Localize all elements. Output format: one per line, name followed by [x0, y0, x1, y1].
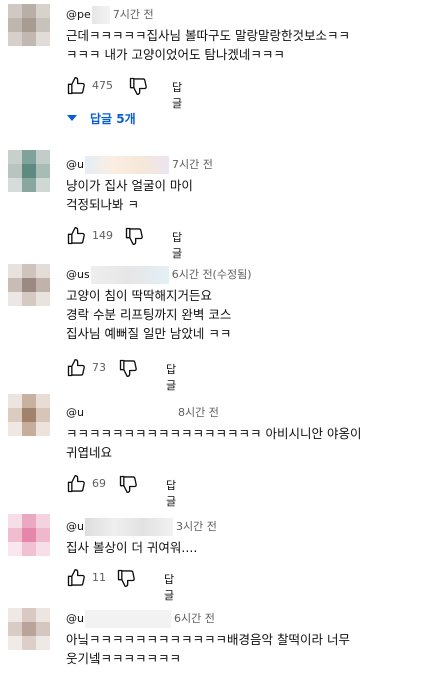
comment-username[interactable]: @u — [66, 520, 84, 533]
reply-button[interactable]: 답글 — [172, 79, 182, 111]
thumb-up-icon[interactable] — [66, 358, 86, 378]
comment-header: @u 8시간 전 — [66, 404, 219, 422]
redacted-username — [90, 266, 169, 284]
redacted-username — [84, 156, 169, 174]
reply-button[interactable]: 답글 — [164, 571, 174, 603]
comment-text: 근데ㅋㅋㅋㅋㅋ집사님 볼따구도 말랑말랑한것보소ㅋㅋ ㅋㅋㅋ 내가 고양이었어도… — [66, 28, 350, 62]
thumb-down-icon[interactable] — [124, 226, 144, 246]
thumb-down-icon[interactable] — [118, 358, 138, 378]
thumb-down-icon[interactable] — [118, 474, 138, 494]
avatar[interactable] — [8, 4, 50, 46]
like-count: 11 — [92, 571, 106, 584]
comment-header: @u 7시간 전 — [66, 156, 213, 174]
comment-timestamp[interactable]: 8시간 전 — [178, 406, 219, 419]
comment-username[interactable]: @pe — [66, 8, 91, 21]
comment-header: @u 3시간 전 — [66, 518, 217, 536]
redacted-username — [84, 518, 173, 536]
comment-header: @u 6시간 전 — [66, 610, 215, 628]
like-count: 69 — [92, 477, 106, 490]
like-count: 73 — [92, 361, 106, 374]
chevron-down-icon — [66, 112, 78, 126]
reply-button[interactable]: 답글 — [166, 477, 176, 509]
comment-timestamp[interactable]: 7시간 전 — [113, 8, 154, 21]
redacted-username — [84, 610, 171, 628]
avatar[interactable] — [8, 394, 50, 436]
comment-username[interactable]: @u — [66, 612, 84, 625]
comment-username[interactable]: @u — [66, 158, 84, 171]
thumb-up-icon[interactable] — [66, 226, 86, 246]
comment-timestamp[interactable]: 6시간 전(수정됨) — [172, 268, 252, 281]
avatar[interactable] — [8, 608, 50, 650]
avatar[interactable] — [8, 264, 50, 306]
thumb-up-icon[interactable] — [66, 76, 86, 96]
comment-timestamp[interactable]: 3시간 전 — [176, 520, 217, 533]
avatar[interactable] — [8, 514, 50, 556]
comment-text: 아닠ㅋㅋㅋㅋㅋㅋㅋㅋㅋㅋㅋㅋ배경음악 찰떡이라 너무 웃기넼ㅋㅋㅋㅋㅋㅋㅋ — [66, 632, 350, 666]
avatar[interactable] — [8, 150, 50, 192]
comment-text: 고양이 침이 딱딱해지거든요 경락 수분 리프팅까지 완벽 코스 집사님 예뻐질… — [66, 288, 232, 341]
comment-text: 집사 볼상이 더 귀여워.... — [66, 540, 198, 555]
reply-button[interactable]: 답글 — [166, 361, 176, 393]
comment-text: ㅋㅋㅋㅋㅋㅋㅋㅋㅋㅋㅋㅋㅋㅋㅋㅋㅋ 아비시니안 야옹이 귀엽네요 — [66, 426, 362, 460]
thumb-down-icon[interactable] — [128, 76, 148, 96]
comment-username[interactable]: @u — [66, 406, 84, 419]
redacted-username — [91, 6, 110, 24]
comment-username[interactable]: @us — [66, 268, 90, 281]
comment-text: 냥이가 집사 얼굴이 마이 걱정되나봐 ㅋ — [66, 178, 193, 212]
view-replies-button[interactable]: 답글 5개 — [66, 110, 136, 127]
like-count: 475 — [92, 79, 113, 92]
reply-button[interactable]: 답글 — [172, 229, 182, 261]
comment-timestamp[interactable]: 6시간 전 — [174, 612, 215, 625]
like-count: 149 — [92, 229, 113, 242]
replies-count-label: 답글 5개 — [90, 112, 136, 126]
thumb-up-icon[interactable] — [66, 568, 86, 588]
comment-timestamp[interactable]: 7시간 전 — [172, 158, 213, 171]
thumb-up-icon[interactable] — [66, 474, 86, 494]
comment-header: @pe 7시간 전 — [66, 6, 154, 24]
redacted-username — [84, 404, 175, 422]
thumb-down-icon[interactable] — [116, 568, 136, 588]
comment-header: @us 6시간 전(수정됨) — [66, 266, 252, 284]
